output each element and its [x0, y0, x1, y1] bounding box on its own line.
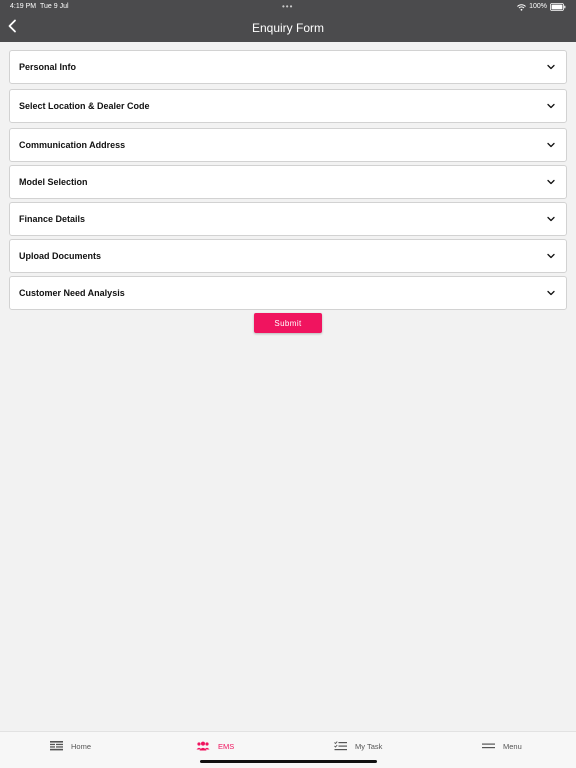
chevron-down-icon: [547, 103, 555, 109]
section-finance-details[interactable]: Finance Details: [9, 202, 567, 236]
status-bar: 4:19 PM Tue 9 Jul ••• 100%: [0, 0, 576, 14]
home-list-icon: [50, 741, 63, 751]
tab-label: Menu: [503, 741, 522, 751]
section-label: Model Selection: [19, 177, 88, 187]
header: 4:19 PM Tue 9 Jul ••• 100% Enquiry Form: [0, 0, 576, 42]
tab-label: EMS: [218, 741, 235, 751]
nav-bar: Enquiry Form: [0, 14, 576, 42]
section-communication-address[interactable]: Communication Address: [9, 128, 567, 162]
section-location-dealer[interactable]: Select Location & Dealer Code: [9, 89, 567, 123]
tab-label: My Task: [355, 741, 383, 751]
chevron-down-icon: [547, 216, 555, 222]
form-sections: Personal Info Select Location & Dealer C…: [9, 50, 567, 313]
section-personal-info[interactable]: Personal Info: [9, 50, 567, 84]
status-time: 4:19 PM: [10, 3, 37, 10]
app-root: 4:19 PM Tue 9 Jul ••• 100% Enquiry Form …: [0, 0, 576, 768]
status-indicators: 100%: [517, 0, 566, 14]
submit-button[interactable]: Submit: [254, 313, 322, 333]
battery-percent: 100%: [529, 3, 547, 10]
chevron-down-icon: [547, 290, 555, 296]
task-list-icon: [334, 741, 347, 751]
section-label: Select Location & Dealer Code: [19, 101, 150, 111]
chevron-down-icon: [547, 142, 555, 148]
section-upload-documents[interactable]: Upload Documents: [9, 239, 567, 273]
tab-ems[interactable]: EMS: [196, 732, 234, 760]
people-icon: [196, 741, 210, 751]
battery-icon: [550, 3, 566, 11]
wifi-icon: [517, 3, 526, 11]
section-label: Finance Details: [19, 214, 86, 224]
section-customer-need-analysis[interactable]: Customer Need Analysis: [9, 276, 567, 310]
chevron-down-icon: [547, 179, 555, 185]
section-label: Customer Need Analysis: [19, 288, 125, 298]
tab-home[interactable]: Home: [50, 732, 91, 760]
section-label: Upload Documents: [19, 251, 102, 261]
menu-icon: [482, 742, 495, 750]
home-indicator[interactable]: [200, 760, 377, 763]
tab-menu[interactable]: Menu: [482, 732, 522, 760]
section-model-selection[interactable]: Model Selection: [9, 165, 567, 199]
chevron-down-icon: [547, 64, 555, 70]
section-label: Personal Info: [19, 62, 77, 72]
tab-label: Home: [71, 741, 92, 751]
multitask-dots[interactable]: •••: [282, 0, 293, 14]
chevron-down-icon: [547, 253, 555, 259]
tab-my-task[interactable]: My Task: [334, 732, 382, 760]
status-date: Tue 9 Jul: [40, 3, 69, 10]
section-label: Communication Address: [19, 140, 126, 150]
page-title: Enquiry Form: [251, 21, 325, 35]
